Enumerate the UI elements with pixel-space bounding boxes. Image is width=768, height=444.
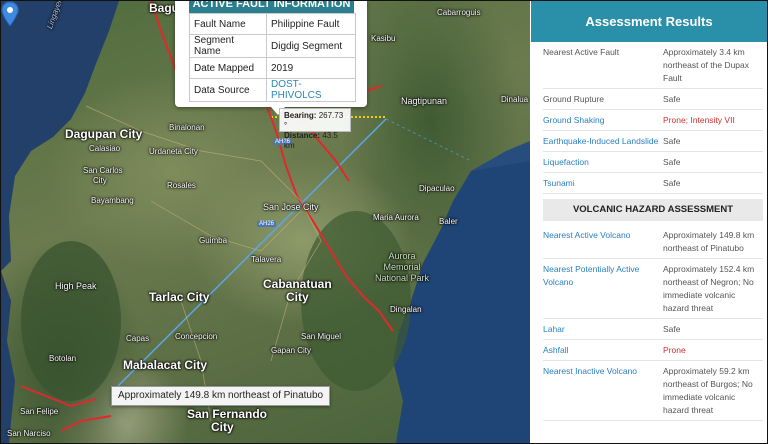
- ground-shaking-link[interactable]: Ground Shaking: [543, 114, 663, 127]
- potentially-active-volcano-link[interactable]: Nearest Potentially Active Volcano: [543, 263, 663, 315]
- inactive-volcano-link[interactable]: Nearest Inactive Volcano: [543, 365, 663, 417]
- date-mapped-value: 2019: [266, 57, 356, 79]
- table-row: Data Source DOST-PHIVOLCS: [189, 78, 356, 102]
- result-value: Safe: [663, 178, 681, 188]
- label-nagtipunan: Nagtipunan: [401, 96, 448, 106]
- label-aurora-park: Aurora Memorial National Park: [375, 251, 430, 283]
- result-label: Ground Rupture: [543, 94, 604, 104]
- location-pin-icon[interactable]: [1, 1, 19, 27]
- ashfall-link[interactable]: Ashfall: [543, 344, 663, 357]
- fault-name-label: Fault Name: [189, 13, 267, 35]
- result-value: Safe: [663, 157, 681, 167]
- liquefaction-link[interactable]: Liquefaction: [543, 156, 663, 169]
- zambales-mountains: [21, 241, 121, 401]
- label-bayambang: Bayambang: [91, 196, 134, 205]
- distance-line-ext: [385, 118, 472, 162]
- volcanic-section-header: VOLCANIC HAZARD ASSESSMENT: [543, 199, 763, 221]
- label-urdaneta: Urdaneta City: [149, 147, 198, 156]
- hazard-map[interactable]: Baguio Lingayen Gulf Kasibu Cabarroguis …: [1, 1, 530, 443]
- result-row-ashfall: Ashfall Prone: [543, 340, 763, 361]
- label-san-carlos: San Carlos: [83, 166, 123, 175]
- label-san-fernando-city: City: [211, 420, 234, 434]
- table-row: Fault Name Philippine Fault: [189, 13, 356, 35]
- sea-east: [393, 151, 530, 443]
- result-value: Approximately 149.8 km northeast of Pina…: [663, 230, 755, 253]
- fault-info-popup: ACTIVE FAULT INFORMATION Fault Name Phil…: [175, 1, 367, 115]
- label-cabanatuan: Cabanatuan City: [263, 277, 332, 304]
- result-row-liquefaction: Liquefaction Safe: [543, 152, 763, 173]
- result-value: Safe: [663, 94, 681, 104]
- volcano-distance-tooltip: Approximately 149.8 km northeast of Pina…: [111, 386, 331, 406]
- result-value: Prone; Intensity VII: [663, 115, 735, 125]
- active-volcano-link[interactable]: Nearest Active Volcano: [543, 229, 663, 255]
- fault-name-value: Philippine Fault: [266, 13, 356, 35]
- label-dingalan: Dingalan: [390, 305, 422, 314]
- tsunami-link[interactable]: Tsunami: [543, 177, 663, 190]
- label-tarlac: Tarlac City: [149, 290, 210, 304]
- road-shield-ah26-b: AH26: [257, 221, 277, 227]
- label-kasibu: Kasibu: [371, 34, 396, 43]
- roads: [85, 105, 322, 422]
- label-mabalacat: Mabalacat City: [123, 358, 208, 372]
- result-value: Approximately 3.4 km northeast of the Du…: [663, 47, 750, 83]
- table-row: Date Mapped 2019: [189, 57, 356, 79]
- label-cabarroguis: Cabarroguis: [437, 8, 481, 17]
- fault-branch-5: [60, 415, 112, 432]
- label-rosales: Rosales: [167, 181, 196, 190]
- sea-southwest: [1, 271, 15, 443]
- label-san-jose: San Jose City: [263, 202, 319, 212]
- label-san-fernando: San Fernando: [187, 407, 268, 421]
- label-san-felipe: San Felipe: [20, 407, 59, 416]
- results-list: Nearest Active Fault Approximately 3.4 k…: [531, 42, 767, 421]
- app-frame: Baguio Lingayen Gulf Kasibu Cabarroguis …: [0, 0, 768, 444]
- label-calasiao: Calasiao: [89, 144, 121, 153]
- assessment-results-panel: Assessment Results Nearest Active Fault …: [531, 1, 767, 443]
- label-binalonan: Binalonan: [169, 123, 205, 132]
- data-source-label: Data Source: [189, 78, 267, 102]
- lahar-link[interactable]: Lahar: [543, 323, 663, 336]
- result-row-tsunami: Tsunami Safe: [543, 173, 763, 194]
- result-row-landslide: Earthquake-Induced Landslide Safe: [543, 131, 763, 152]
- panel-title: Assessment Results: [531, 1, 767, 42]
- fault-info-table: Fault Name Philippine Fault Segment Name…: [189, 13, 356, 102]
- result-row-ground-shaking: Ground Shaking Prone; Intensity VII: [543, 110, 763, 131]
- label-dipaculao: Dipaculao: [419, 184, 455, 193]
- result-row-potentially-active-volcano: Nearest Potentially Active Volcano Appro…: [543, 259, 763, 319]
- distance-label: Distance:: [284, 131, 321, 140]
- result-label: Nearest Active Fault: [543, 47, 620, 57]
- data-source-link[interactable]: DOST-PHIVOLCS: [266, 78, 356, 102]
- result-value: Prone: [663, 345, 686, 355]
- label-talavera: Talavera: [251, 255, 282, 264]
- label-baler: Baler: [439, 217, 458, 226]
- table-row: Segment Name Digdig Segment: [189, 34, 356, 58]
- bearing-label: Bearing:: [284, 111, 317, 120]
- date-mapped-label: Date Mapped: [189, 57, 267, 79]
- label-high-peak: High Peak: [55, 281, 97, 291]
- label-gapan: Gapan City: [271, 346, 312, 355]
- result-row-lahar: Lahar Safe: [543, 319, 763, 340]
- result-row-ground-rupture: Ground Rupture Safe: [543, 89, 763, 110]
- result-row-nearest-active-volcano: Nearest Active Volcano Approximately 149…: [543, 225, 763, 259]
- landslide-link[interactable]: Earthquake-Induced Landslide: [543, 135, 663, 148]
- label-san-miguel: San Miguel: [301, 332, 342, 341]
- label-botolan: Botolan: [49, 354, 77, 363]
- result-row-inactive-volcano: Nearest Inactive Volcano Approximately 5…: [543, 361, 763, 421]
- label-dagupan: Dagupan City: [65, 127, 143, 141]
- result-value: Safe: [663, 136, 681, 146]
- label-san-carlos-city: City: [93, 176, 107, 185]
- popup-title: ACTIVE FAULT INFORMATION: [189, 1, 354, 13]
- measurement-label: Bearing: 267.73 ° Distance: 43.5 km: [279, 108, 351, 150]
- result-value: Approximately 59.2 km northeast of Burgo…: [663, 366, 753, 415]
- segment-name-value: Digdig Segment: [266, 34, 356, 58]
- result-value: Safe: [663, 324, 681, 334]
- label-guimba: Guimba: [199, 236, 228, 245]
- label-dinalua: Dinalua: [501, 95, 529, 104]
- label-maria-aurora: Maria Aurora: [373, 213, 419, 222]
- result-value: Approximately 152.4 km northeast of Negr…: [663, 264, 755, 313]
- label-concepcion: Concepcion: [175, 332, 218, 341]
- label-san-narciso: San Narciso: [7, 429, 51, 438]
- segment-name-label: Segment Name: [189, 34, 267, 58]
- label-capas: Capas: [126, 334, 150, 343]
- result-row-nearest-active-fault: Nearest Active Fault Approximately 3.4 k…: [543, 42, 763, 89]
